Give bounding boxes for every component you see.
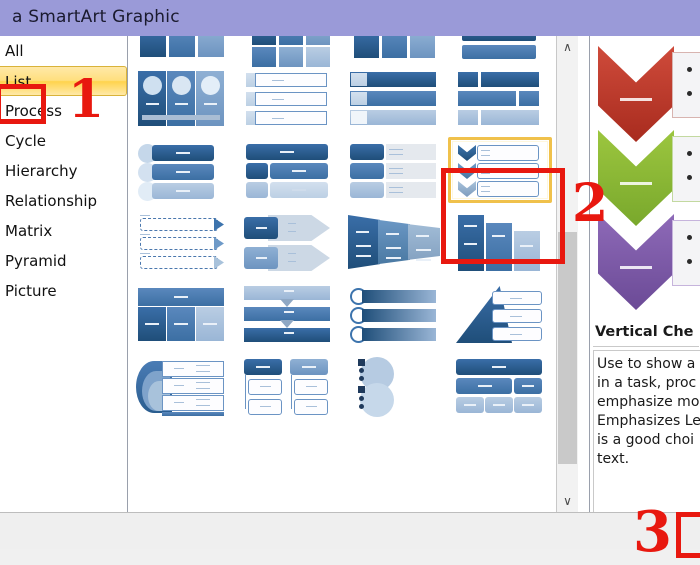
gallery-item-basic-block-list[interactable]: [129, 36, 235, 62]
sidebar-item-label: Picture: [5, 282, 57, 300]
annotation-box-2: [441, 168, 565, 264]
preview-panel: Vertical Che Use to show a in a task, pr…: [589, 36, 700, 512]
annotation-box-3: [676, 512, 700, 558]
preview-graphic: [598, 46, 700, 310]
gallery-item-picture-accent-list[interactable]: [129, 134, 235, 206]
gallery-item-square-accent-list[interactable]: [447, 62, 553, 134]
sidebar-item-relationship[interactable]: Relationship: [0, 186, 127, 216]
sidebar-item-pyramid[interactable]: Pyramid: [0, 246, 127, 276]
annotation-number-3: 3: [633, 499, 672, 565]
annotation-number-2: 2: [572, 173, 609, 234]
gallery-item-continuous-picture-list[interactable]: [129, 206, 235, 278]
sidebar-item-label: Hierarchy: [5, 162, 78, 180]
gallery-item-pyramid-list[interactable]: [447, 278, 553, 350]
preview-title: Vertical Che: [595, 324, 694, 340]
gallery-item-lined-list[interactable]: [447, 36, 553, 62]
gallery-item-vertical-circle-list[interactable]: [341, 350, 447, 422]
scroll-up-icon[interactable]: ∧: [557, 36, 578, 58]
preview-chevron-3: [598, 214, 674, 310]
smartart-dialog: All List Process Cycle Hierarchy Relatio…: [0, 36, 700, 512]
gallery-item-table-hierarchy[interactable]: [447, 350, 553, 422]
sidebar-item-hierarchy[interactable]: Hierarchy: [0, 156, 127, 186]
sidebar-item-matrix[interactable]: Matrix: [0, 216, 127, 246]
gallery-item-horizontal-picture-list[interactable]: [341, 134, 447, 206]
gallery-item-hierarchy-list[interactable]: [235, 350, 341, 422]
sidebar-item-label: Cycle: [5, 132, 46, 150]
gallery-row: [129, 350, 555, 422]
gallery-row: [129, 36, 555, 67]
dialog-footer: [0, 512, 700, 549]
preview-chevron-2: [598, 130, 674, 226]
gallery-scrollbar[interactable]: ∧ ∨: [556, 36, 578, 512]
gallery-item-picture-caption-list[interactable]: [341, 36, 447, 62]
smartart-gallery[interactable]: [129, 36, 555, 512]
annotation-number-1: 1: [68, 69, 105, 130]
gallery-item-vertical-bracket-list[interactable]: [341, 62, 447, 134]
gallery-row: [129, 62, 555, 134]
gallery-item-vertical-bullet-list[interactable]: [129, 62, 235, 134]
gallery-item-grouped-list[interactable]: [341, 206, 447, 278]
gallery-row: [129, 278, 555, 350]
window-title-bar: a SmartArt Graphic: [0, 0, 700, 36]
gallery-item-horizontal-bullet-list[interactable]: [341, 278, 447, 350]
scrollbar-thumb[interactable]: [558, 232, 577, 464]
scroll-down-icon[interactable]: ∨: [557, 490, 578, 512]
sidebar-item-picture[interactable]: Picture: [0, 276, 127, 306]
annotation-box-1: [0, 84, 46, 124]
gallery-item-bending-picture-accent-list[interactable]: [235, 134, 341, 206]
sidebar-item-label: Matrix: [5, 222, 53, 240]
sidebar-item-label: Pyramid: [5, 252, 67, 270]
gallery-item-target-list[interactable]: [129, 350, 235, 422]
sidebar-item-label: Relationship: [5, 192, 98, 210]
preview-description: Use to show a in a task, proc emphasize …: [593, 350, 700, 512]
sidebar-item-cycle[interactable]: Cycle: [0, 126, 127, 156]
preview-chevron-1: [598, 46, 674, 142]
gallery-item-vertical-box-list[interactable]: [235, 62, 341, 134]
gallery-item-alternating-hexagons[interactable]: [235, 36, 341, 67]
preview-divider: [593, 346, 699, 347]
sidebar-item-label: All: [5, 42, 24, 60]
gallery-item-table-list[interactable]: [129, 278, 235, 350]
sidebar-item-all[interactable]: All: [0, 36, 127, 66]
preview-box-2: [672, 136, 700, 202]
preview-box-1: [672, 52, 700, 118]
gallery-item-vertical-block-list[interactable]: [235, 278, 341, 350]
preview-box-3: [672, 220, 700, 286]
window-title: a SmartArt Graphic: [12, 7, 180, 27]
gallery-item-detailed-process[interactable]: [235, 206, 341, 278]
